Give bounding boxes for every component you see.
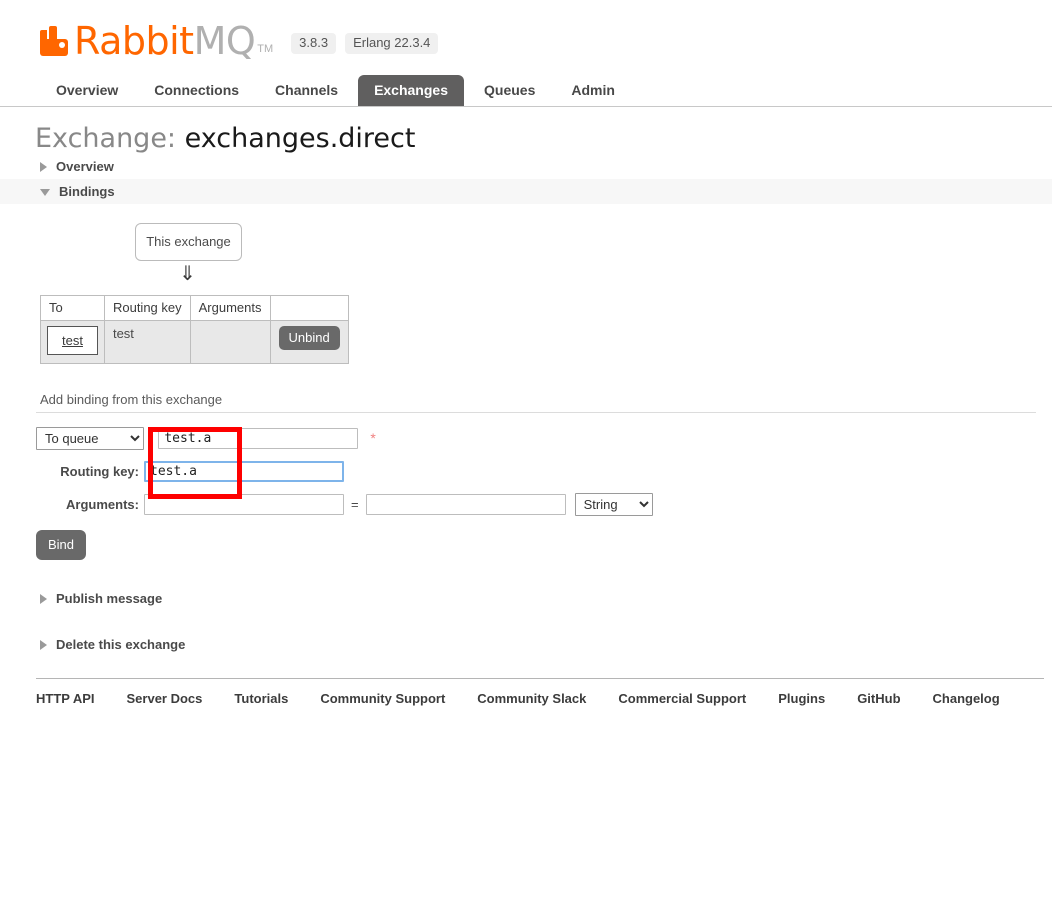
- unbind-button[interactable]: Unbind: [278, 326, 340, 350]
- add-binding-heading: Add binding from this exchange: [40, 392, 223, 407]
- bindings-table-body: test test Unbind: [40, 320, 349, 364]
- this-exchange-box: This exchange: [135, 223, 242, 261]
- destination-colon: :: [149, 430, 154, 446]
- bindings-body: This exchange ⇓ To Routing key Arguments…: [0, 223, 1052, 407]
- argument-value-input[interactable]: [365, 493, 566, 515]
- nav-item-channels[interactable]: Channels: [259, 75, 354, 106]
- footer-link-plugins[interactable]: Plugins: [778, 691, 825, 706]
- column-header-arguments: Arguments: [189, 295, 271, 321]
- routing-key-label: Routing key:: [60, 463, 139, 479]
- version-badges: 3.8.3 Erlang 22.3.4: [291, 32, 439, 54]
- bindings-table-head: To Routing key Arguments: [40, 295, 349, 321]
- section-publish-message-label: Publish message: [56, 591, 163, 606]
- trademark-symbol: TM: [257, 43, 274, 55]
- main-content: Exchange: exchanges.direct Overview Bind…: [0, 123, 1052, 706]
- lower-sections: Publish message Delete this exchange: [0, 586, 1052, 657]
- section-delete-exchange-toggle[interactable]: Delete this exchange: [0, 632, 1052, 657]
- nav-item-exchanges[interactable]: Exchanges: [358, 75, 464, 106]
- chevron-right-icon: [40, 161, 47, 172]
- section-delete-exchange-label: Delete this exchange: [56, 637, 186, 652]
- footer-link-changelog[interactable]: Changelog: [933, 691, 1000, 706]
- argument-type-select[interactable]: String: [574, 492, 653, 516]
- erlang-version-badge: Erlang 22.3.4: [345, 32, 439, 54]
- bind-button[interactable]: Bind: [36, 530, 87, 560]
- required-asterisk: *: [370, 430, 376, 446]
- chevron-down-icon: [40, 189, 50, 196]
- rabbitmq-version-badge: 3.8.3: [291, 32, 337, 54]
- form-row-routing-key: Routing key:: [36, 459, 1052, 483]
- chevron-right-icon: [40, 639, 47, 650]
- page-title: Exchange: exchanges.direct: [35, 123, 1052, 154]
- rabbitmq-logo-icon: [40, 26, 70, 56]
- brand-mq-text: MQ: [193, 19, 256, 63]
- cell-action: Unbind: [269, 320, 349, 364]
- section-overview-label: Overview: [56, 159, 114, 174]
- table-header-row: To Routing key Arguments: [40, 295, 349, 321]
- table-row: test test Unbind: [40, 320, 349, 364]
- column-header-to: To: [40, 295, 105, 321]
- footer-link-community-support[interactable]: Community Support: [320, 691, 445, 706]
- section-publish-message-toggle[interactable]: Publish message: [0, 586, 1052, 611]
- main-navigation: Overview Connections Channels Exchanges …: [0, 75, 1052, 106]
- nav-item-queues[interactable]: Queues: [468, 75, 551, 106]
- footer-link-tutorials[interactable]: Tutorials: [234, 691, 288, 706]
- add-binding-form: To queue : * Routing key: Arguments: = S…: [0, 426, 1052, 516]
- brand-logo[interactable]: Rabbit MQ TM 3.8.3 Erlang 22.3.4: [0, 18, 1052, 60]
- section-overview-toggle[interactable]: Overview: [0, 154, 1052, 179]
- column-header-actions: [269, 295, 349, 321]
- footer-link-http-api[interactable]: HTTP API: [36, 691, 95, 706]
- form-row-destination: To queue : *: [36, 426, 1052, 450]
- bind-button-wrap: Bind: [0, 530, 1052, 560]
- footer-links: HTTP API Server Docs Tutorials Community…: [36, 678, 1044, 706]
- footer-link-server-docs[interactable]: Server Docs: [127, 691, 203, 706]
- form-row-arguments: Arguments: = String: [36, 492, 1052, 516]
- nav-item-connections[interactable]: Connections: [138, 75, 255, 106]
- cell-destination: test: [40, 320, 105, 364]
- footer-link-community-slack[interactable]: Community Slack: [477, 691, 586, 706]
- tab-exchanges[interactable]: Exchanges: [358, 75, 464, 106]
- section-bindings-toggle[interactable]: Bindings: [0, 179, 1052, 204]
- tab-admin[interactable]: Admin: [555, 75, 631, 106]
- page-title-exchange-name: exchanges.direct: [184, 123, 416, 154]
- tab-channels[interactable]: Channels: [259, 75, 354, 106]
- app-header: Rabbit MQ TM 3.8.3 Erlang 22.3.4 Overvie…: [0, 0, 1052, 107]
- footer-link-commercial-support[interactable]: Commercial Support: [618, 691, 746, 706]
- argument-key-input[interactable]: [144, 493, 344, 515]
- downward-arrow-icon: ⇓: [179, 263, 196, 285]
- page-title-prefix: Exchange:: [35, 123, 177, 154]
- tab-queues[interactable]: Queues: [468, 75, 551, 106]
- add-binding-divider: [36, 412, 1036, 413]
- arguments-label: Arguments:: [66, 496, 139, 512]
- cell-routing-key: test: [103, 320, 191, 364]
- nav-item-admin[interactable]: Admin: [555, 75, 631, 106]
- tab-connections[interactable]: Connections: [138, 75, 255, 106]
- nav-divider: [0, 106, 1052, 107]
- queue-link-test[interactable]: test: [47, 326, 98, 355]
- tab-overview[interactable]: Overview: [40, 75, 134, 106]
- nav-tab-list: Overview Connections Channels Exchanges …: [40, 75, 1052, 106]
- routing-key-input[interactable]: [144, 460, 344, 482]
- destination-input[interactable]: [158, 427, 359, 449]
- nav-item-overview[interactable]: Overview: [40, 75, 134, 106]
- footer-link-github[interactable]: GitHub: [857, 691, 900, 706]
- destination-type-select[interactable]: To queue: [36, 426, 144, 450]
- equals-sign: =: [351, 496, 359, 512]
- brand-rabbit-text: Rabbit: [74, 19, 194, 63]
- cell-arguments: [189, 320, 271, 364]
- section-bindings-label: Bindings: [59, 184, 115, 199]
- bindings-table: To Routing key Arguments test test Unbin…: [40, 295, 349, 364]
- column-header-routing-key: Routing key: [103, 295, 191, 321]
- chevron-right-icon: [40, 593, 47, 604]
